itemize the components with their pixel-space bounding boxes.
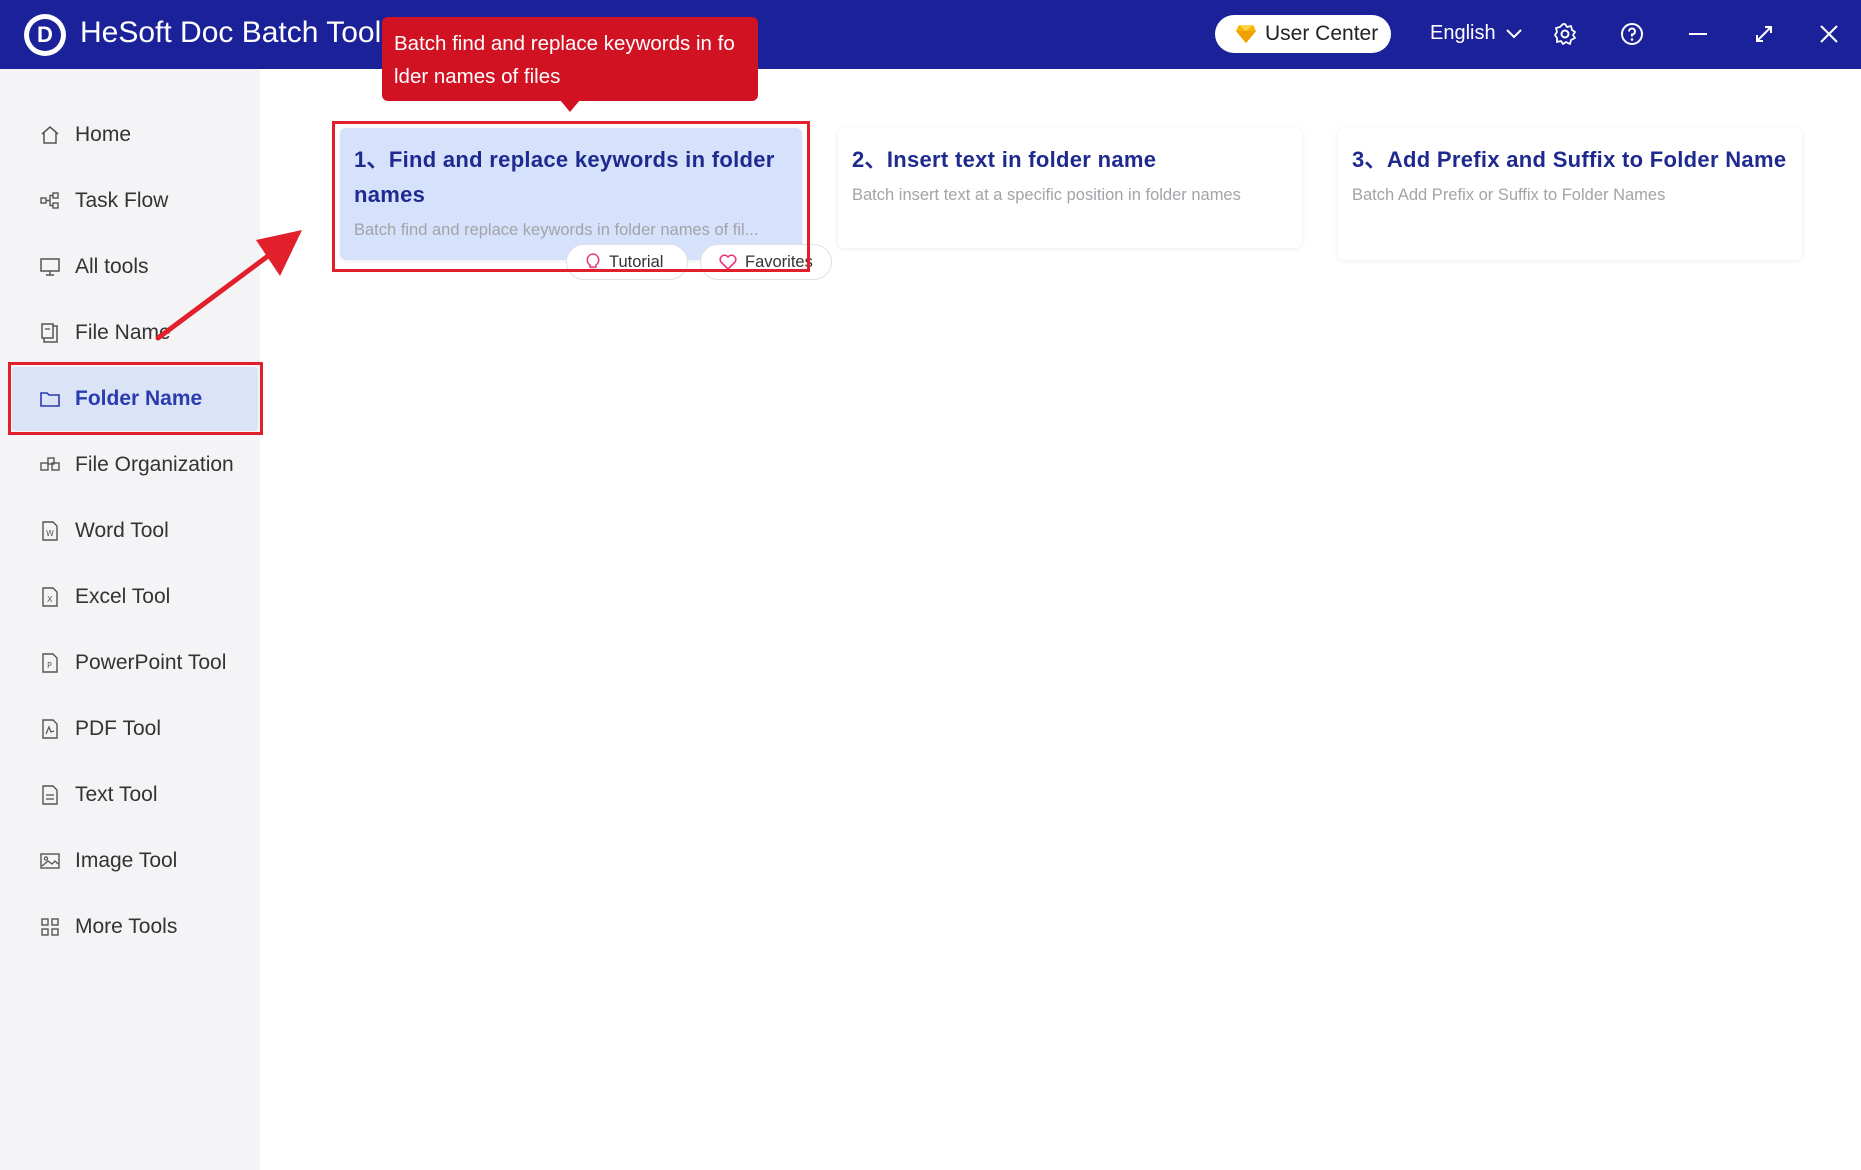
- annotation-highlight-sidebar: [8, 362, 263, 435]
- sidebar-item-more-tools[interactable]: More Tools: [12, 895, 258, 959]
- sidebar-item-label: Task Flow: [75, 189, 169, 212]
- expand-icon: [1756, 26, 1772, 42]
- user-center-button[interactable]: User Center: [1215, 15, 1391, 53]
- svg-text:X: X: [47, 595, 53, 604]
- sidebar-item-label: Text Tool: [75, 783, 158, 806]
- user-center-label: User Center: [1265, 22, 1379, 45]
- annotation-highlight-card: [332, 121, 810, 272]
- tooltip-pointer: [560, 100, 580, 112]
- minimize-button[interactable]: [1682, 18, 1714, 50]
- app-title: HeSoft Doc Batch Tool: [80, 16, 382, 49]
- svg-text:P: P: [47, 661, 52, 670]
- sidebar-item-label: Image Tool: [75, 849, 178, 872]
- help-button[interactable]: [1616, 18, 1648, 50]
- sidebar-item-pdf-tool[interactable]: PDF Tool: [12, 697, 258, 761]
- text-icon: [38, 783, 62, 807]
- sidebar-item-label: More Tools: [75, 915, 178, 938]
- monitor-icon: [38, 255, 62, 279]
- tooltip: Batch find and replace keywords in fo ld…: [382, 17, 758, 101]
- card-title: 2、Insert text in folder name: [852, 147, 1157, 172]
- app-logo: D: [24, 14, 66, 56]
- close-icon: [1820, 25, 1838, 43]
- tool-card-insert-text[interactable]: 2、Insert text in folder name Batch inser…: [838, 128, 1302, 248]
- card-title: 3、Add Prefix and Suffix to Folder Name: [1352, 147, 1787, 172]
- minimize-icon: [1689, 33, 1707, 35]
- sidebar-item-home[interactable]: Home: [12, 103, 258, 167]
- sidebar-item-label: PowerPoint Tool: [75, 651, 227, 674]
- image-icon: [38, 849, 62, 873]
- title-bar: D HeSoft Doc Batch Tool User Center Engl…: [0, 0, 1861, 69]
- sidebar-item-excel-tool[interactable]: X Excel Tool: [12, 565, 258, 629]
- sidebar-item-label: File Organization: [75, 453, 234, 476]
- word-icon: W: [38, 519, 62, 543]
- gear-icon: [1554, 23, 1576, 45]
- sidebar-item-label: Word Tool: [75, 519, 169, 542]
- annotation-arrow: [155, 230, 302, 341]
- logo-letter: D: [29, 19, 61, 51]
- card-description: Batch Add Prefix or Suffix to Folder Nam…: [1352, 186, 1666, 204]
- settings-button[interactable]: [1549, 18, 1581, 50]
- sidebar-item-file-organization[interactable]: File Organization: [12, 433, 258, 497]
- sidebar-item-text-tool[interactable]: Text Tool: [12, 763, 258, 827]
- card-description: Batch insert text at a specific position…: [852, 186, 1241, 204]
- language-selector[interactable]: English: [1430, 22, 1522, 45]
- sidebar-item-label: All tools: [75, 255, 149, 278]
- sidebar-item-label: Excel Tool: [75, 585, 171, 608]
- help-icon: [1621, 23, 1643, 45]
- sidebar-item-image-tool[interactable]: Image Tool: [12, 829, 258, 893]
- sidebar-item-task-flow[interactable]: Task Flow: [12, 169, 258, 233]
- sidebar-item-label: PDF Tool: [75, 717, 161, 740]
- excel-icon: X: [38, 585, 62, 609]
- sidebar-item-powerpoint-tool[interactable]: P PowerPoint Tool: [12, 631, 258, 695]
- tool-card-prefix-suffix[interactable]: 3、Add Prefix and Suffix to Folder Name B…: [1338, 128, 1802, 260]
- task-flow-icon: [38, 189, 62, 213]
- sidebar-item-label: Home: [75, 123, 132, 146]
- sidebar-item-word-tool[interactable]: W Word Tool: [12, 499, 258, 563]
- close-button[interactable]: [1813, 18, 1845, 50]
- powerpoint-icon: P: [38, 651, 62, 675]
- chevron-down-icon: [1505, 28, 1522, 38]
- grid-icon: [38, 915, 62, 939]
- pdf-icon: [38, 717, 62, 741]
- organization-icon: [38, 453, 62, 477]
- file-name-icon: [38, 321, 62, 345]
- diamond-icon: [1236, 25, 1256, 43]
- home-icon: [38, 123, 62, 147]
- svg-text:W: W: [46, 529, 54, 538]
- maximize-button[interactable]: [1748, 18, 1780, 50]
- language-label: English: [1430, 22, 1496, 44]
